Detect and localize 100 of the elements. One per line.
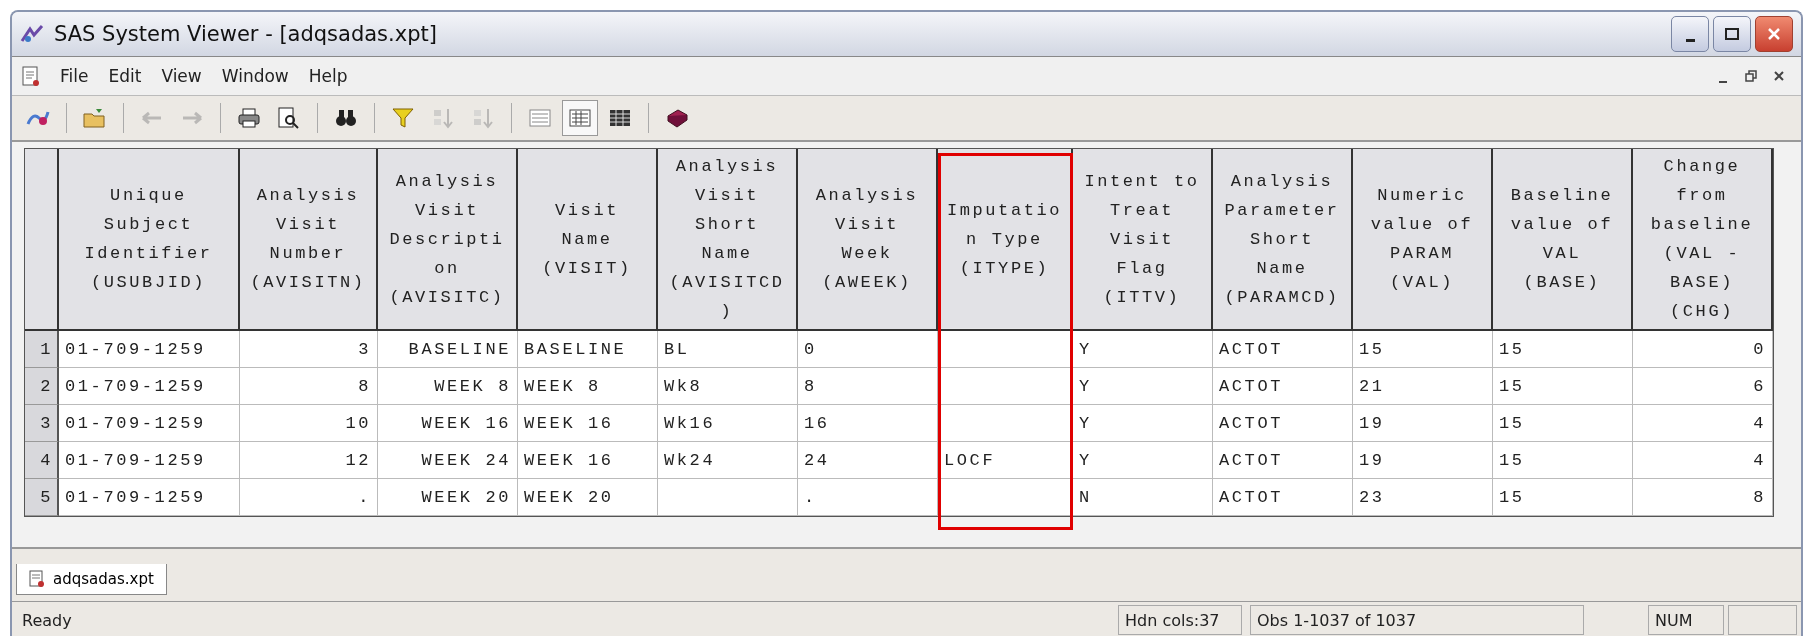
column-header[interactable]: Analysis Visit Descripti on (AVISITC): [378, 149, 518, 331]
menu-item[interactable]: Help: [308, 66, 348, 86]
maximize-icon: [1724, 27, 1740, 41]
table-cell: 19: [1353, 405, 1493, 442]
table-cell: 15: [1493, 405, 1633, 442]
table-cell: WEEK 16: [518, 405, 658, 442]
table-cell: 01-709-1259: [59, 331, 240, 368]
table-cell: 8: [1633, 479, 1773, 516]
status-pane: Hdn cols:37: [1118, 605, 1242, 635]
table-cell: .: [240, 479, 378, 516]
table-cell: 0: [1633, 331, 1773, 368]
list-icon: [527, 106, 553, 130]
document-icon: [22, 65, 40, 87]
table-cell: WEEK 24: [378, 442, 518, 479]
row-number[interactable]: 5: [25, 479, 59, 516]
table-cell: 24: [798, 442, 938, 479]
grid-button[interactable]: [562, 100, 598, 136]
table-cell: 16: [798, 405, 938, 442]
table-cell: ACTOT: [1213, 331, 1353, 368]
grid-icon: [567, 106, 593, 130]
table-cell: N: [1073, 479, 1213, 516]
document-icon: [29, 570, 45, 588]
folder-icon: [82, 106, 108, 130]
table-cell: 0: [798, 331, 938, 368]
table-cell: 6: [1633, 368, 1773, 405]
close-button[interactable]: [1755, 16, 1793, 52]
column-header[interactable]: Analysis Visit Short Name (AVISITCD ): [658, 149, 798, 331]
table-cell: 8: [798, 368, 938, 405]
table-cell: 01-709-1259: [59, 479, 240, 516]
minimize-icon: [1719, 81, 1727, 83]
table-cell: WEEK 8: [378, 368, 518, 405]
close-icon: [1766, 26, 1782, 42]
column-header[interactable]: Unique Subject Identifier (USUBJID): [59, 149, 240, 331]
table-cell: 15: [1353, 331, 1493, 368]
table-cell: 15: [1493, 442, 1633, 479]
table-cell: ACTOT: [1213, 405, 1353, 442]
document-tab[interactable]: adqsadas.xpt: [16, 564, 167, 595]
table-cell: 23: [1353, 479, 1493, 516]
row-number[interactable]: 1: [25, 331, 59, 368]
status-message: Ready: [21, 609, 73, 632]
menu-item[interactable]: Window: [221, 66, 289, 86]
maximize-button[interactable]: [1713, 16, 1751, 52]
table-cell: 15: [1493, 331, 1633, 368]
app-logo-icon: [20, 23, 46, 45]
table-cell: WEEK 20: [518, 479, 658, 516]
table-cell: 4: [1633, 442, 1773, 479]
row-number[interactable]: 3: [25, 405, 59, 442]
table-cell: 15: [1493, 368, 1633, 405]
window-title: SAS System Viewer - [adqsadas.xpt]: [54, 22, 437, 46]
table-cell: Y: [1073, 442, 1213, 479]
column-header[interactable]: Imputatio n Type (ITYPE): [938, 149, 1073, 331]
table-cell: 01-709-1259: [59, 368, 240, 405]
table-cell: WEEK 16: [378, 405, 518, 442]
table-cell: Wk16: [658, 405, 798, 442]
table-cell: ACTOT: [1213, 442, 1353, 479]
printer-icon: [236, 106, 262, 130]
column-header[interactable]: Numeric value of PARAM (VAL): [1353, 149, 1493, 331]
table-cell: 19: [1353, 442, 1493, 479]
table-cell: WEEK 16: [518, 442, 658, 479]
table-cell: BASELINE: [378, 331, 518, 368]
table-cell: Y: [1073, 405, 1213, 442]
column-header[interactable]: Change from baseline (VAL - BASE) (CHG): [1633, 149, 1773, 331]
table-cell: 01-709-1259: [59, 405, 240, 442]
table-cell: 01-709-1259: [59, 442, 240, 479]
close-icon: [1773, 70, 1785, 82]
minimize-icon: [1685, 38, 1695, 42]
row-number[interactable]: 4: [25, 442, 59, 479]
table-cell: 15: [1493, 479, 1633, 516]
table-cell: Y: [1073, 368, 1213, 405]
table-cell: 4: [1633, 405, 1773, 442]
menu-item[interactable]: File: [60, 66, 89, 86]
table-cell: WEEK 8: [518, 368, 658, 405]
table-cell: 10: [240, 405, 378, 442]
row-number[interactable]: 2: [25, 368, 59, 405]
table-cell: Wk8: [658, 368, 798, 405]
table-cell: .: [798, 479, 938, 516]
table-cell: Wk24: [658, 442, 798, 479]
table-cell: 3: [240, 331, 378, 368]
column-header[interactable]: Analysis Visit Number (AVISITN): [240, 149, 378, 331]
column-header[interactable]: Visit Name (VISIT): [518, 149, 658, 331]
table-cell: 21: [1353, 368, 1493, 405]
column-header[interactable]: Intent to Treat Visit Flag (ITTV): [1073, 149, 1213, 331]
status-pane: [1728, 605, 1797, 635]
column-header[interactable]: Analysis Parameter Short Name (PARAMCD): [1213, 149, 1353, 331]
status-pane: NUM: [1648, 605, 1724, 635]
filter-icon: [390, 106, 416, 130]
table-cell: BASELINE: [518, 331, 658, 368]
table-cell: ACTOT: [1213, 479, 1353, 516]
table-cell: 8: [240, 368, 378, 405]
restore-icon: [1745, 70, 1757, 82]
menu-item[interactable]: View: [161, 66, 202, 86]
table-cell: LOCF: [938, 442, 1073, 479]
table-cell: BL: [658, 331, 798, 368]
menu-item[interactable]: Edit: [108, 66, 142, 86]
status-pane: Obs 1-1037 of 1037: [1250, 605, 1584, 635]
table-cell: WEEK 20: [378, 479, 518, 516]
column-header[interactable]: Baseline value of VAL (BASE): [1493, 149, 1633, 331]
column-header[interactable]: Analysis Visit Week (AWEEK): [798, 149, 938, 331]
table-cell: Y: [1073, 331, 1213, 368]
table-cell: 12: [240, 442, 378, 479]
